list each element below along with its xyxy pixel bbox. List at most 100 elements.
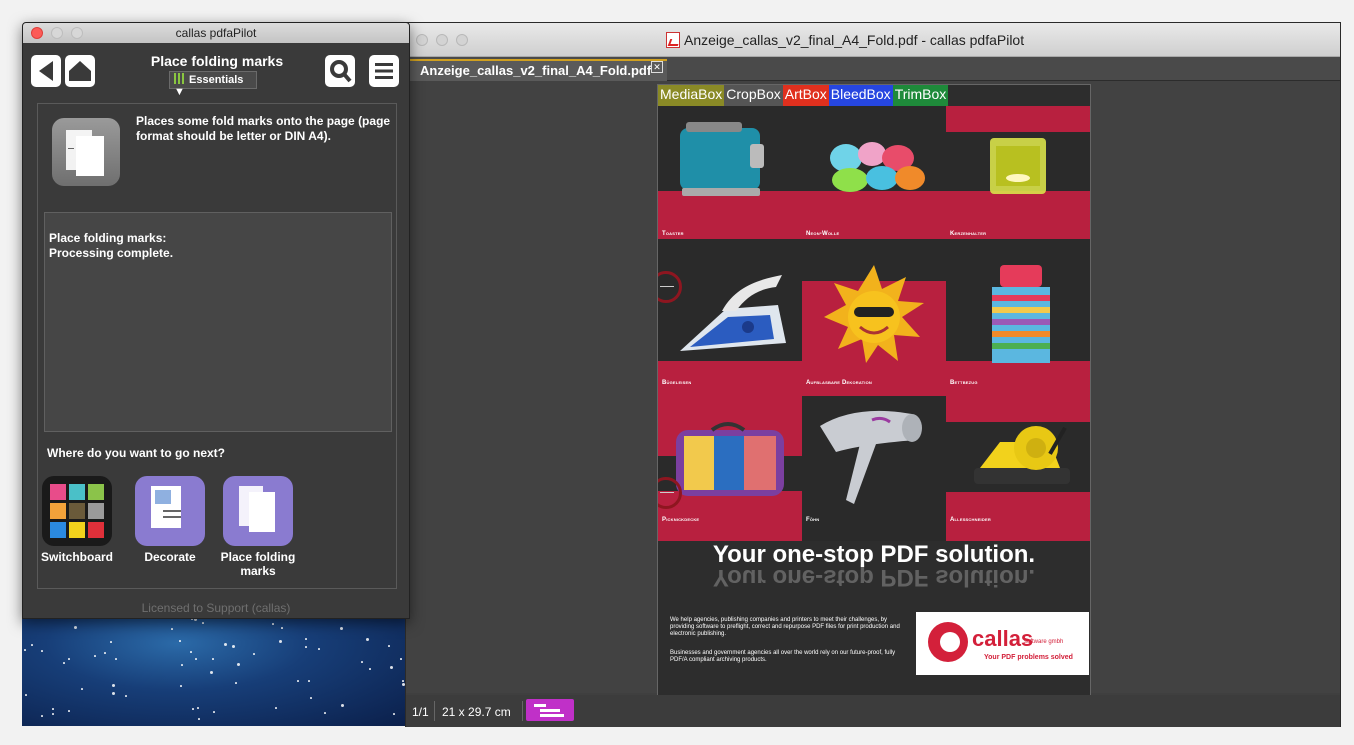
star-dot — [195, 658, 197, 660]
product-label: Föhn — [806, 517, 820, 523]
next-place-folding-marks[interactable]: Place folding marks — [218, 476, 298, 578]
pilot-header: Place folding marks Essentials ▼ — [23, 43, 409, 98]
home-button[interactable] — [65, 55, 95, 87]
star-dot — [110, 641, 112, 643]
fixup-description: Places some fold marks onto the page (pa… — [136, 114, 391, 143]
star-dot — [31, 644, 33, 646]
product-cell: Föhn — [802, 396, 946, 541]
pdfapilot-panel: callas pdfaPilot Place folding marks Ess… — [22, 22, 410, 619]
star-dot — [125, 695, 127, 697]
star-dot — [281, 627, 283, 629]
profile-selector[interactable]: Essentials ▼ — [169, 71, 257, 98]
bleedbox-label[interactable]: BleedBox — [828, 85, 893, 106]
star-dot — [213, 711, 215, 713]
mediabox-label[interactable]: MediaBox — [658, 85, 725, 106]
star-dot — [112, 692, 115, 695]
star-dot — [210, 671, 213, 674]
star-dot — [202, 622, 204, 624]
tab-document[interactable]: Anzeige_callas_v2_final_A4_Fold.pdf — [410, 59, 667, 81]
star-dot — [341, 704, 344, 707]
product-label: Picknickdecke — [662, 517, 700, 523]
log-line: Place folding marks: — [49, 231, 167, 245]
star-dot — [63, 662, 65, 664]
star-dot — [297, 680, 299, 682]
menu-button[interactable] — [369, 55, 399, 87]
star-dot — [253, 653, 255, 655]
switchboard-icon — [42, 476, 112, 546]
star-dot — [24, 649, 26, 651]
star-dot — [94, 655, 96, 657]
tab-label: Anzeige_callas_v2_final_A4_Fold.pdf — [420, 63, 652, 78]
product-cell: Bettbezug — [946, 251, 1090, 396]
product-label: Bügeleisen — [662, 380, 692, 386]
iron-image — [680, 275, 786, 351]
ad-blurb: We help agencies, publishing companies a… — [670, 617, 900, 637]
star-dot — [305, 646, 307, 648]
product-label: Kerzenhalter — [950, 231, 987, 237]
trimbox-label[interactable]: TrimBox — [892, 85, 949, 106]
back-button[interactable] — [31, 55, 61, 87]
product-cell: Bügeleisen — [658, 251, 802, 396]
star-dot — [25, 694, 27, 696]
next-item-label: Decorate — [144, 550, 196, 564]
star-dot — [224, 643, 227, 646]
log-line: Processing complete. — [49, 246, 174, 260]
cropbox-label[interactable]: CropBox — [724, 85, 783, 106]
license-note: Licensed to Support (callas) — [141, 601, 291, 615]
search-button[interactable] — [325, 55, 355, 87]
star-dot — [41, 715, 43, 717]
star-dot — [400, 658, 402, 660]
star-dot — [305, 638, 307, 640]
star-dot — [104, 652, 106, 654]
star-dot — [279, 640, 282, 643]
page-box-legend: MediaBox CropBox ArtBox BleedBox TrimBox — [658, 85, 949, 106]
star-dot — [237, 663, 240, 666]
document-tabbar: Anzeige_callas_v2_final_A4_Fold.pdf ✕ — [406, 57, 1340, 81]
place-folding-marks-icon — [223, 476, 293, 546]
star-dot — [275, 707, 277, 709]
logo-tagline: Your PDF problems solved — [984, 654, 1073, 661]
minimize-window-button[interactable] — [436, 34, 448, 46]
star-dot — [115, 658, 117, 660]
neon-yarn-image — [830, 142, 925, 192]
product-label: Toaster — [662, 231, 684, 237]
star-dot — [402, 680, 404, 682]
tab-close-icon[interactable]: ✕ — [651, 61, 663, 73]
desktop-background — [22, 608, 410, 726]
star-dot — [308, 680, 310, 682]
next-switchboard[interactable]: Switchboard — [37, 476, 117, 564]
star-dot — [68, 658, 70, 660]
star-dot — [324, 712, 326, 714]
close-window-button[interactable] — [416, 34, 428, 46]
fold-marks-fixup-icon — [52, 118, 120, 186]
decorate-icon — [135, 476, 205, 546]
pilot-body: Places some fold marks onto the page (pa… — [37, 103, 397, 589]
star-dot — [112, 684, 115, 687]
callas-logo-mark — [928, 622, 968, 662]
document-window: Anzeige_callas_v2_final_A4_Fold.pdf - ca… — [405, 22, 1341, 727]
result-log[interactable]: Place folding marks: Processing complete… — [44, 212, 392, 432]
star-dot — [181, 664, 183, 666]
panel-heading: Place folding marks — [150, 53, 284, 69]
slicer-image — [974, 426, 1070, 484]
star-dot — [52, 708, 54, 710]
product-cell: Aufblasbare Dekoration — [802, 251, 946, 396]
structure-view-button[interactable] — [526, 699, 574, 721]
star-dot — [235, 682, 237, 684]
product-cell: Neon-Wolle — [802, 106, 946, 251]
next-decorate[interactable]: Decorate — [130, 476, 210, 564]
product-label: Allesschneider — [950, 517, 991, 523]
star-dot — [212, 658, 214, 660]
ad-blurb: Businesses and government agencies all o… — [670, 650, 896, 663]
zoom-window-button[interactable] — [456, 34, 468, 46]
star-dot — [198, 718, 200, 720]
artbox-label[interactable]: ArtBox — [782, 85, 829, 106]
picnic-blanket-image — [676, 422, 784, 496]
star-dot — [318, 648, 320, 650]
star-dot — [190, 651, 192, 653]
logo-sub: software gmbh — [1024, 639, 1064, 645]
home-icon — [69, 61, 91, 81]
star-dot — [192, 708, 194, 710]
hairdryer-image — [820, 410, 922, 504]
window-title-text: Anzeige_callas_v2_final_A4_Fold.pdf - ca… — [684, 32, 1025, 48]
